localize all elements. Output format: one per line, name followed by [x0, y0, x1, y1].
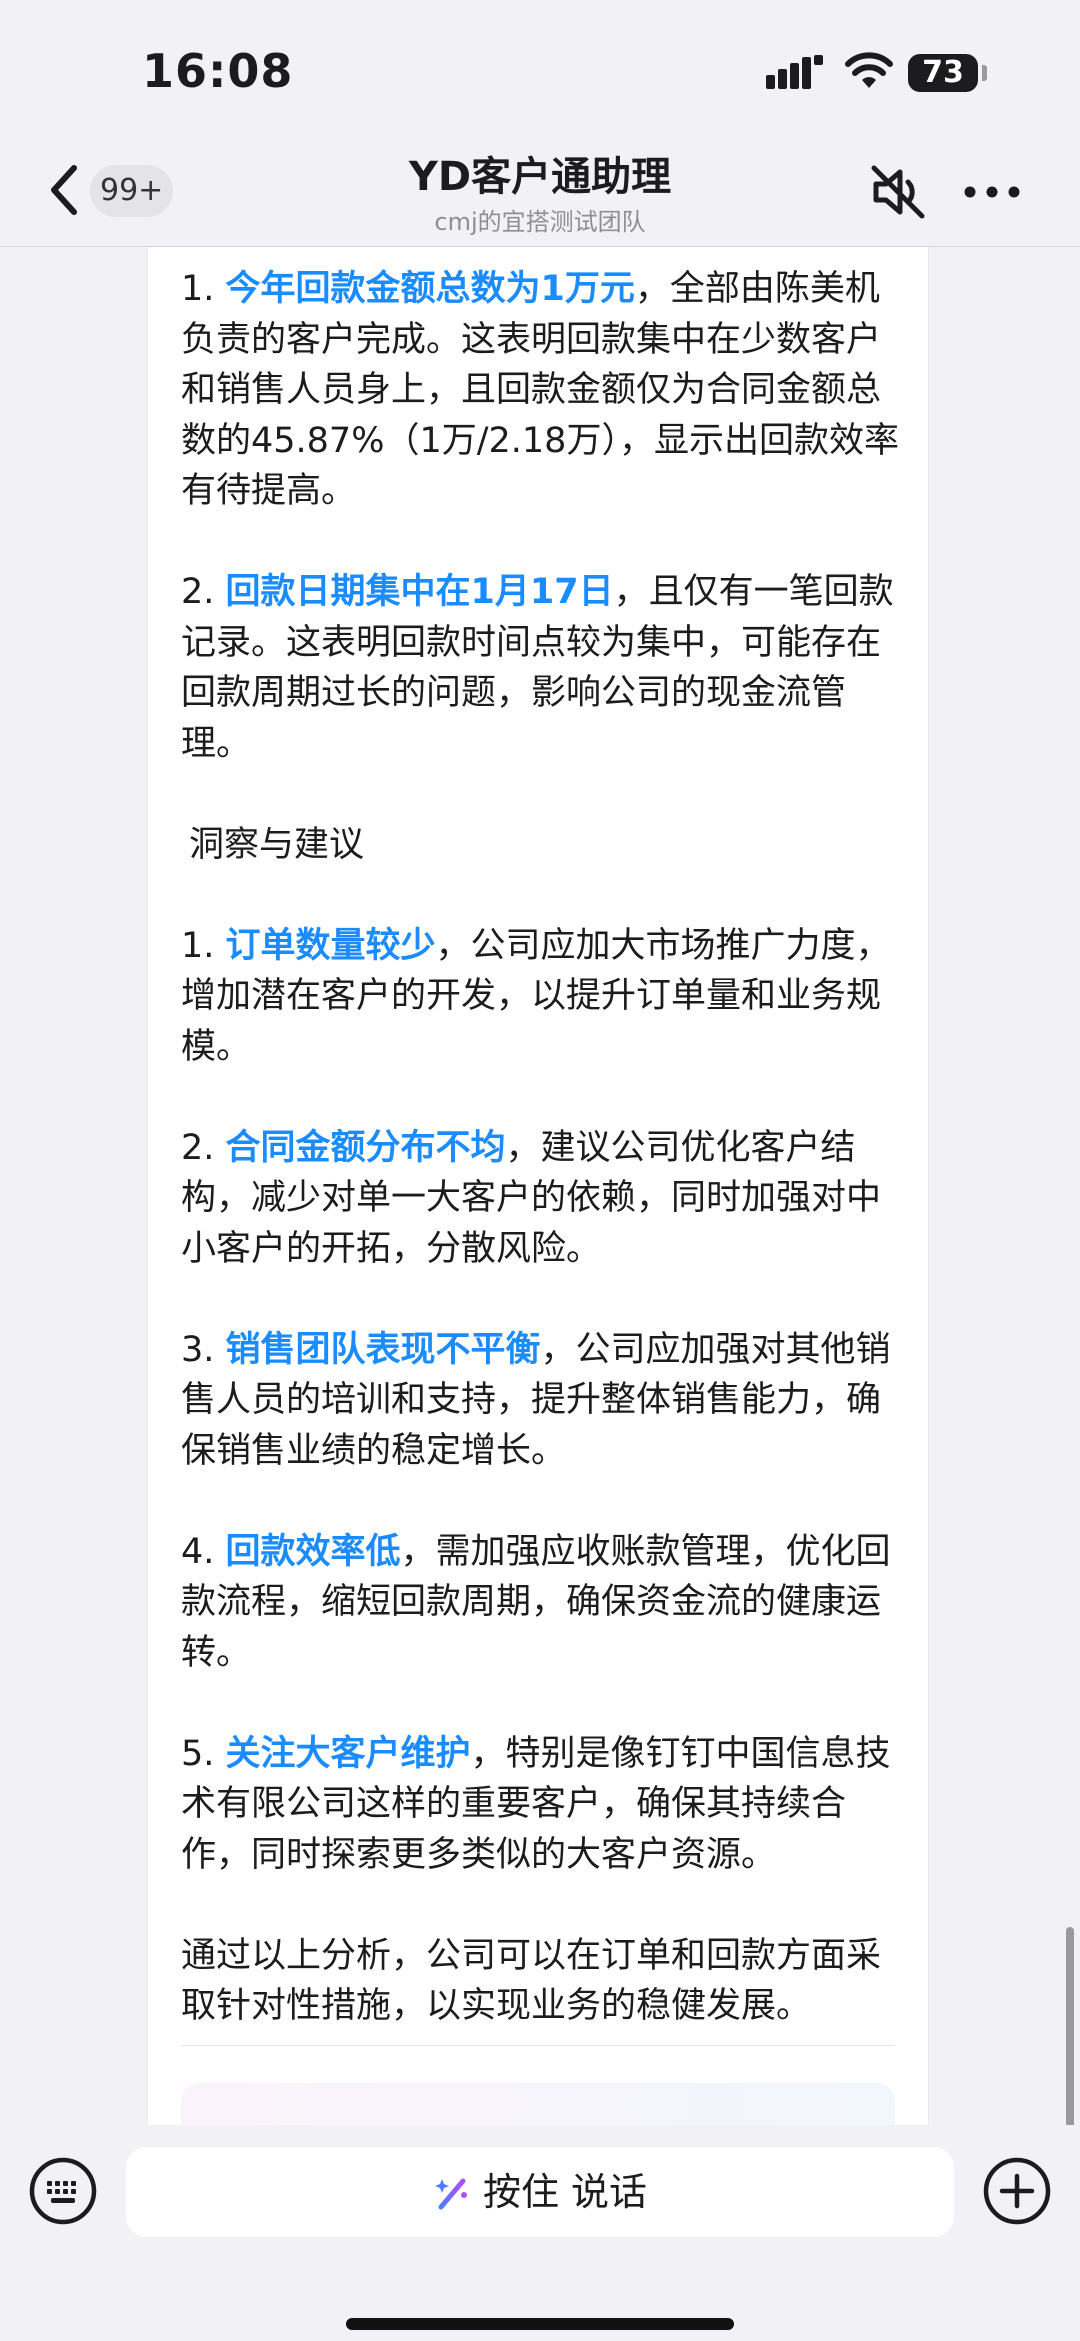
highlight-text: 回款日期集中在1月17日: [225, 572, 614, 612]
analysis-item-2: 2. 回款日期集中在1月17日，且仅有一笔回款记录。这表明回款时间点较为集中，可…: [181, 567, 901, 769]
item-number: 2.: [181, 1127, 226, 1168]
analysis-item-1: 1. 今年回款金额总数为1万元，全部由陈美机负责的客户完成。这表明回款集中在少数…: [181, 264, 901, 517]
suggestion-item-3: 3. 销售团队表现不平衡，公司应加强对其他销售人员的培训和支持，提升整体销售能力…: [181, 1325, 901, 1477]
suggestion-item-1: 1. 订单数量较少，公司应加大市场推广力度，增加潜在客户的开发，以提升订单量和业…: [181, 921, 901, 1073]
keyboard-icon[interactable]: [28, 2156, 98, 2226]
scrollbar[interactable]: [1066, 1927, 1074, 2125]
card-divider: [181, 2045, 895, 2046]
highlight-text: 今年回款金额总数为1万元: [225, 269, 635, 309]
nav-bar: 99+ YD客户通助理 cmj的宜搭测试团队: [0, 140, 1080, 247]
plus-circle-icon[interactable]: [982, 2156, 1052, 2226]
cellular-signal-icon: [766, 55, 823, 89]
suggestion-item-4: 4. 回款效率低，需加强应收账款管理，优化回款流程，缩短回款周期，确保资金流的健…: [181, 1527, 901, 1679]
item-number: 1.: [181, 269, 226, 309]
item-number: 2.: [181, 572, 226, 612]
sparkle-pen-icon: [434, 2178, 467, 2209]
message-card: 1. 今年回款金额总数为1万元，全部由陈美机负责的客户完成。这表明回款集中在少数…: [148, 247, 928, 2125]
input-bar: 按住 说话: [0, 2125, 1080, 2341]
battery-cap: [982, 65, 987, 81]
section-heading: 洞察与建议: [189, 824, 365, 865]
conclusion-text: 通过以上分析，公司可以在订单和回款方面采取针对性措施，以实现业务的稳健发展。: [181, 1935, 882, 2027]
card-action-area[interactable]: [181, 2083, 895, 2125]
highlight-text: 合同金额分布不均: [225, 1127, 506, 1168]
item-number: 5.: [181, 1733, 226, 1774]
item-number: 1.: [181, 925, 226, 966]
more-dots-icon[interactable]: [962, 180, 1022, 204]
hold-to-talk-label: 按住 说话: [482, 2170, 648, 2214]
status-time: 16:08: [142, 44, 294, 98]
home-indicator[interactable]: [346, 2318, 734, 2330]
highlight-text: 关注大客户维护: [225, 1733, 471, 1774]
suggestion-item-2: 2. 合同金额分布不均，建议公司优化客户结构，减少对单一大客户的依赖，同时加强对…: [181, 1123, 901, 1275]
item-number: 4.: [181, 1531, 226, 1572]
status-bar: 16:08 73: [0, 0, 1080, 140]
chat-content[interactable]: 1. 今年回款金额总数为1万元，全部由陈美机负责的客户完成。这表明回款集中在少数…: [0, 247, 1080, 2125]
highlight-text: 回款效率低: [225, 1531, 401, 1572]
message-text: 1. 今年回款金额总数为1万元，全部由陈美机负责的客户完成。这表明回款集中在少数…: [181, 247, 901, 2032]
highlight-text: 销售团队表现不平衡: [225, 1329, 541, 1370]
highlight-text: 订单数量较少: [225, 925, 436, 966]
hold-to-talk-button[interactable]: 按住 说话: [126, 2147, 954, 2237]
wifi-icon: [845, 52, 893, 88]
speaker-muted-icon[interactable]: [868, 162, 928, 222]
suggestion-item-5: 5. 关注大客户维护，特别是像钉钉中国信息技术有限公司这样的重要客户，确保其持续…: [181, 1729, 901, 1881]
battery-indicator: 73: [908, 54, 978, 92]
item-number: 3.: [181, 1329, 226, 1370]
